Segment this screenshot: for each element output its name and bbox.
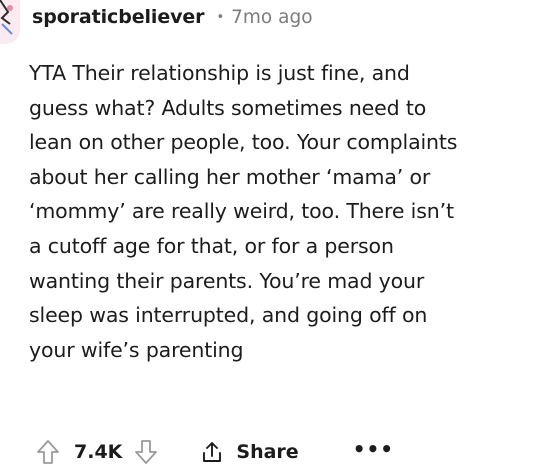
avatar-image	[0, 0, 13, 35]
comment-body-line: YTA Their relationship is just fine, and	[29, 61, 410, 85]
share-button[interactable]: Share	[200, 440, 299, 464]
username-link[interactable]: sporaticbeliever	[32, 6, 205, 28]
comment-body-line: a cutoff age for that, or for a person	[29, 233, 394, 258]
downvote-arrow-icon[interactable]	[134, 439, 158, 465]
comment-body-line: wanting their parents. You’re mad your	[29, 268, 425, 293]
comment: sporaticbeliever • 7mo ago YTA Their rel…	[0, 0, 557, 464]
share-label: Share	[236, 441, 299, 463]
comment-action-bar: 7.4K Share •••	[36, 432, 394, 472]
comment-body-line: sleep was interrupted, and going off on	[29, 303, 428, 328]
meta-separator: •	[216, 9, 225, 25]
comment-body-line: lean on other people, too. Your complain…	[29, 130, 458, 155]
comment-body: YTA Their relationship is just fine, and…	[29, 56, 555, 367]
comment-body-line: about her calling her mother ‘mama’ or	[29, 164, 431, 189]
vote-count: 7.4K	[74, 441, 123, 463]
comment-header: sporaticbeliever • 7mo ago	[32, 3, 313, 31]
upvote-arrow-icon[interactable]	[36, 439, 60, 465]
avatar[interactable]	[0, 0, 20, 44]
comment-timestamp[interactable]: 7mo ago	[231, 7, 312, 28]
share-icon	[200, 440, 224, 464]
comment-body-line: ‘mommy’ are really weird, too. There isn…	[29, 199, 454, 224]
comment-body-line: guess what? Adults sometimes need to	[29, 95, 427, 120]
comment-body-line: your wife’s parenting	[29, 337, 244, 362]
more-options-icon[interactable]: •••	[353, 437, 394, 461]
